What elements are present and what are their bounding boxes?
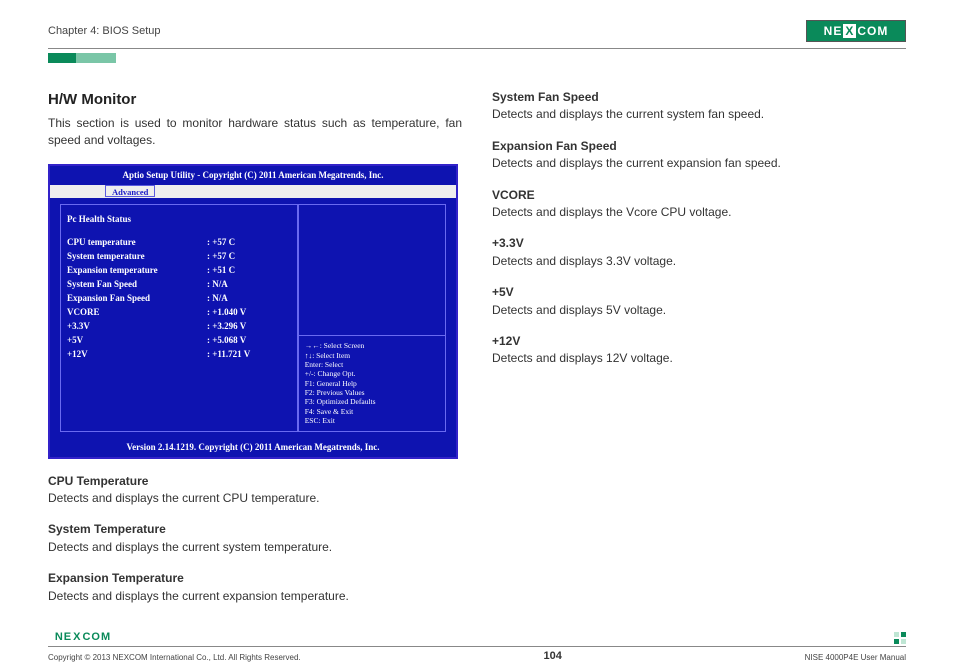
term-desc: Detects and displays 5V voltage. <box>492 302 906 319</box>
logo-part-a: NE <box>824 24 843 38</box>
bios-row: +3.3V: +3.296 V <box>67 320 291 333</box>
bios-row: System temperature: +57 C <box>67 250 291 263</box>
term-desc: Detects and displays 12V voltage. <box>492 350 906 367</box>
brand-logo: NE X COM <box>806 20 906 42</box>
bios-tab-advanced: Advanced <box>105 185 155 197</box>
bios-help: →←: Select Screen ↑↓: Select Item Enter:… <box>299 336 445 430</box>
bios-row: System Fan Speed: N/A <box>67 278 291 291</box>
section-title: H/W Monitor <box>48 89 462 111</box>
term-desc: Detects and displays the current expansi… <box>492 155 906 172</box>
bios-row: Expansion Fan Speed: N/A <box>67 292 291 305</box>
header-accent <box>48 53 906 63</box>
logo-part-x: X <box>843 24 856 38</box>
left-column: H/W Monitor This section is used to moni… <box>48 89 462 605</box>
bios-help-line: →←: Select Screen <box>305 341 439 350</box>
bios-help-top <box>299 205 445 337</box>
header-divider <box>48 48 906 49</box>
bios-help-line: F2: Previous Values <box>305 388 439 397</box>
bios-help-line: Enter: Select <box>305 360 439 369</box>
term-heading: System Fan Speed <box>492 89 906 106</box>
bios-help-line: ESC: Exit <box>305 416 439 425</box>
term-heading: System Temperature <box>48 521 462 538</box>
bios-title: Aptio Setup Utility - Copyright (C) 2011… <box>50 166 456 185</box>
term-heading: VCORE <box>492 187 906 204</box>
term-desc: Detects and displays the Vcore CPU volta… <box>492 204 906 221</box>
bios-row: VCORE: +1.040 V <box>67 306 291 319</box>
term-heading: Expansion Fan Speed <box>492 138 906 155</box>
term-heading: +12V <box>492 333 906 350</box>
bios-body: Pc Health Status CPU temperature: +57 C … <box>50 198 456 438</box>
bios-row: +5V: +5.068 V <box>67 334 291 347</box>
page-footer: NEXCOM Copyright © 2013 NEXCOM Internati… <box>0 629 954 662</box>
term-heading: CPU Temperature <box>48 473 462 490</box>
bios-row: +12V: +11.721 V <box>67 348 291 361</box>
bios-help-line: F4: Save & Exit <box>305 407 439 416</box>
term-desc: Detects and displays the current system … <box>492 106 906 123</box>
bios-help-line: F3: Optimized Defaults <box>305 397 439 406</box>
bios-section-header: Pc Health Status <box>67 213 291 226</box>
bios-footer: Version 2.14.1219. Copyright (C) 2011 Am… <box>50 438 456 457</box>
section-intro: This section is used to monitor hardware… <box>48 115 462 150</box>
bios-tab-bar: Advanced <box>50 185 456 198</box>
chapter-title: Chapter 4: BIOS Setup <box>48 25 161 37</box>
logo-part-b: COM <box>857 24 888 38</box>
bios-row: Expansion temperature: +51 C <box>67 264 291 277</box>
bios-help-line: F1: General Help <box>305 379 439 388</box>
term-desc: Detects and displays the current CPU tem… <box>48 490 462 507</box>
bios-help-line: +/-: Change Opt. <box>305 369 439 378</box>
bios-row: CPU temperature: +57 C <box>67 236 291 249</box>
bios-left-pane: Pc Health Status CPU temperature: +57 C … <box>60 204 298 432</box>
footer-logo: NEXCOM <box>48 629 118 644</box>
term-heading: Expansion Temperature <box>48 570 462 587</box>
term-heading: +5V <box>492 284 906 301</box>
bios-screenshot: Aptio Setup Utility - Copyright (C) 2011… <box>48 164 458 459</box>
page-header: Chapter 4: BIOS Setup NE X COM <box>48 20 906 46</box>
page-number: 104 <box>543 650 561 662</box>
bios-right-pane: →←: Select Screen ↑↓: Select Item Enter:… <box>298 204 446 432</box>
manual-name: NISE 4000P4E User Manual <box>805 653 906 662</box>
term-desc: Detects and displays the current system … <box>48 539 462 556</box>
term-desc: Detects and displays the current expansi… <box>48 588 462 605</box>
footer-dots-icon <box>894 632 906 644</box>
footer-divider <box>48 646 906 647</box>
bios-help-line: ↑↓: Select Item <box>305 351 439 360</box>
copyright-text: Copyright © 2013 NEXCOM International Co… <box>48 653 301 662</box>
content-columns: H/W Monitor This section is used to moni… <box>48 89 906 605</box>
term-desc: Detects and displays 3.3V voltage. <box>492 253 906 270</box>
term-heading: +3.3V <box>492 235 906 252</box>
right-column: System Fan Speed Detects and displays th… <box>492 89 906 605</box>
